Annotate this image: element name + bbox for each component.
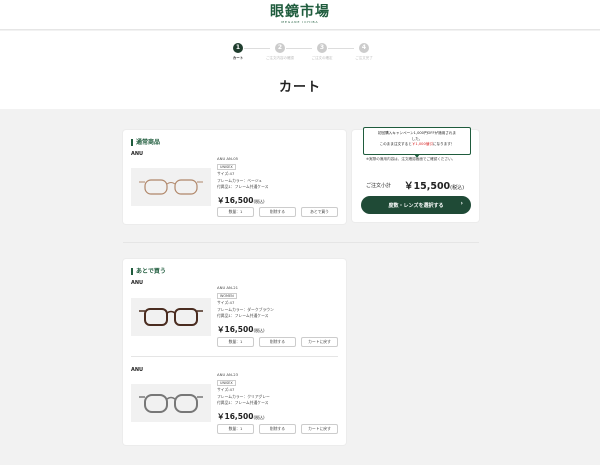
section-title: あとで買う: [131, 268, 166, 275]
cart-card: 通常商品 ANU ANU AN-05 UNISEX サイズ:47 フレームカラー…: [123, 130, 346, 224]
price-value: ￥16,500: [217, 325, 254, 334]
item-divider: [131, 356, 338, 357]
delete-button[interactable]: 削除する: [259, 207, 296, 217]
step-cart: 1 カート: [220, 43, 256, 61]
price-tax: (税込): [253, 415, 265, 420]
return-to-cart-button[interactable]: カートに戻す: [301, 337, 338, 347]
campaign-text-3: このまま注文すると￥1,000値引になります！: [364, 142, 470, 148]
product-info: ANU AN-21 WOMEN サイズ:47 フレームカラー：ダークブラウン 付…: [217, 285, 274, 320]
price-tax: (税込): [253, 328, 265, 333]
delete-button[interactable]: 削除する: [259, 424, 296, 434]
step-label: ご注文の確定: [311, 56, 333, 60]
subtotal-value: ￥15,500: [404, 181, 451, 192]
product-accessory: 付属品1：フレーム共通ケース: [217, 313, 269, 318]
step-number: 3: [317, 43, 327, 53]
product-price: ￥16,500(税込): [217, 411, 265, 422]
delete-button[interactable]: 削除する: [259, 337, 296, 347]
section-title: 通常商品: [131, 139, 160, 146]
price-tax: (税込): [253, 199, 265, 204]
site-header: 眼鏡市場 MEGANE ICHIBA: [0, 0, 600, 30]
step-complete: 4 ご注文完了: [346, 43, 382, 61]
step-label: ご注文内容の確認: [266, 56, 294, 60]
product-price: ￥16,500(税込): [217, 324, 265, 335]
campaign-bubble: 初回購入キャンペーン1,000円OFFが適用されま した。 このまま注文すると￥…: [363, 127, 471, 158]
price-value: ￥16,500: [217, 196, 254, 205]
gender-tag: UNISEX: [217, 379, 236, 386]
step-number: 1: [233, 43, 243, 53]
product-price: ￥16,500(税込): [217, 195, 265, 206]
return-to-cart-button[interactable]: カートに戻す: [301, 424, 338, 434]
quantity-select[interactable]: 数量：1: [217, 424, 254, 434]
campaign-text-3c: になります！: [432, 142, 455, 146]
step-confirm: 2 ご注文内容の確認: [262, 43, 298, 61]
step-number: 4: [359, 43, 369, 53]
glasses-icon: [139, 394, 203, 413]
product-image[interactable]: [131, 168, 211, 206]
page-title: カート: [278, 80, 321, 95]
gender-tag: UNISEX: [217, 163, 236, 170]
chevron-right-icon: ›: [460, 200, 463, 207]
subtotal-label: ご注文小計: [366, 183, 392, 189]
site-logo[interactable]: 眼鏡市場: [270, 5, 330, 19]
checkout-steps: 1 カート 2 ご注文内容の確認 3 ご注文の確定 4 ご注文完了 カート: [0, 31, 600, 109]
brand-name: ANU: [131, 280, 144, 286]
step-label: ご注文完了: [355, 56, 373, 60]
select-lens-button[interactable]: 度数・レンズを選択する ›: [361, 196, 471, 214]
product-accessory: 付属品1：フレーム共通ケース: [217, 400, 269, 405]
product-image[interactable]: [131, 298, 211, 336]
product-accessory: 付属品1：フレーム共通ケース: [217, 184, 269, 189]
brand-name: ANU: [131, 367, 144, 373]
quantity-select[interactable]: 数量：1: [217, 337, 254, 347]
step-label: カート: [232, 56, 244, 60]
glasses-icon: [139, 179, 203, 195]
gender-tag: WOMEN: [217, 292, 237, 299]
product-info: ANU AN-23 UNISEX サイズ:47 フレームカラー：クリアグレー 付…: [217, 372, 270, 407]
buy-later-card: あとで買う ANU ANU AN-21 WOMEN サイズ:47 フレームカラー…: [123, 259, 346, 445]
quantity-select[interactable]: 数量：1: [217, 207, 254, 217]
select-lens-label: 度数・レンズを選択する: [388, 202, 444, 209]
campaign-text-3a: このまま注文すると: [379, 142, 412, 146]
site-logo-sub: MEGANE ICHIBA: [281, 20, 319, 24]
summary-note: ※実際の適用内容は、注文確認画面でご確認ください。: [366, 157, 456, 161]
section-divider: [123, 242, 479, 243]
subtotal-tax: (税込): [450, 185, 465, 191]
step-number: 2: [275, 43, 285, 53]
campaign-text-1: 初回購入キャンペーン1,000円OFFが適用されま: [377, 131, 457, 135]
glasses-icon: [139, 308, 203, 326]
subtotal-price: ￥15,500(税込): [404, 178, 464, 192]
price-value: ￥16,500: [217, 412, 254, 421]
buy-later-button[interactable]: あとで買う: [301, 207, 338, 217]
step-finalize: 3 ご注文の確定: [304, 43, 340, 61]
discount-amount: ￥1,000値引: [411, 142, 433, 146]
product-info: ANU AN-05 UNISEX サイズ:47 フレームカラー：ベージュ 付属品…: [217, 156, 268, 191]
product-image[interactable]: [131, 384, 211, 422]
brand-name: ANU: [131, 151, 144, 157]
